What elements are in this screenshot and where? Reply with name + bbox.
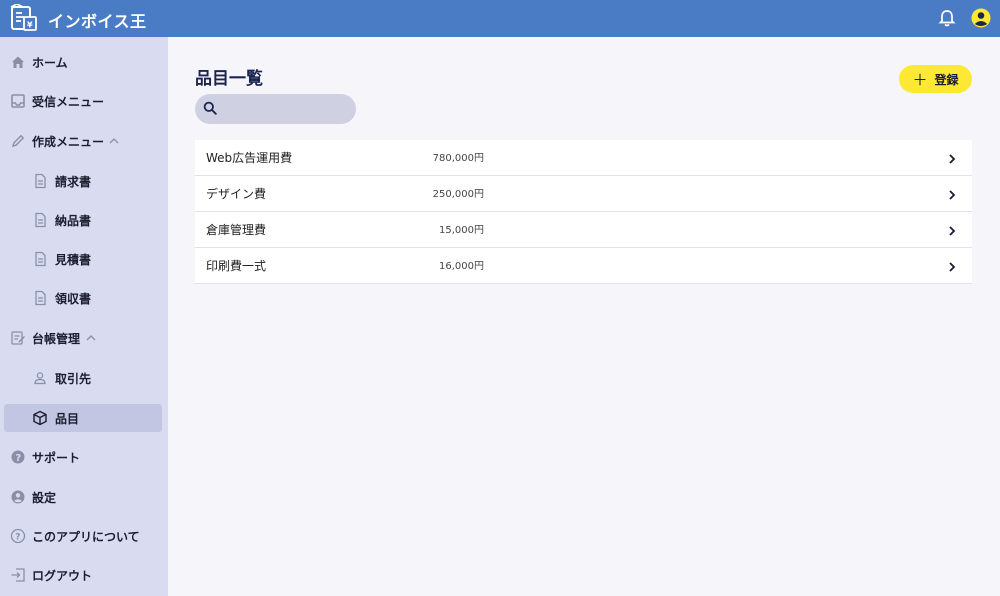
- logout-icon: [11, 568, 25, 582]
- sidebar-item-invoice[interactable]: 請求書: [4, 167, 162, 195]
- chevron-right-icon[interactable]: [947, 189, 957, 201]
- add-button-label: 登録: [934, 72, 959, 87]
- sidebar-item-label: サポート: [32, 450, 81, 465]
- chevron-up-icon[interactable]: [109, 136, 119, 146]
- sidebar-item-logout[interactable]: ログアウト: [4, 561, 162, 589]
- sidebar-item-inbox[interactable]: 受信メニュー: [4, 87, 162, 115]
- add-item-button[interactable]: ＋ 登録: [899, 65, 972, 93]
- document-icon: [35, 173, 46, 189]
- sidebar-item-label: 納品書: [55, 213, 92, 228]
- person-icon: [34, 372, 46, 385]
- sidebar-item-label: 台帳管理: [32, 331, 81, 346]
- logo-icon[interactable]: ¥: [9, 4, 39, 33]
- pencil-icon: [12, 134, 25, 147]
- item-name: 印刷費一式: [206, 259, 267, 273]
- sidebar-item-ledger[interactable]: 台帳管理: [4, 324, 162, 352]
- sidebar-item-label: このアプリについて: [32, 529, 140, 544]
- sidebar-item-label: 見積書: [55, 252, 92, 267]
- ledger-icon: [11, 331, 25, 345]
- item-list: Web広告運用費 780,000円 デザイン費 250,000円 倉庫管理費 1…: [195, 140, 972, 284]
- sidebar-item-support[interactable]: ? サポート: [4, 443, 162, 471]
- bell-icon[interactable]: [937, 8, 957, 28]
- sidebar-item-label: ホーム: [32, 55, 68, 70]
- search-icon: [203, 101, 217, 115]
- item-price: 15,000円: [439, 225, 484, 236]
- sidebar-item-estimate[interactable]: 見積書: [4, 245, 162, 273]
- sidebar-item-products[interactable]: 品目: [4, 404, 162, 432]
- home-icon: [12, 56, 24, 68]
- sidebar-item-about[interactable]: ? このアプリについて: [4, 522, 162, 550]
- user-avatar-icon[interactable]: [970, 7, 992, 29]
- sidebar-item-settings[interactable]: 設定: [4, 483, 162, 511]
- document-icon: [35, 290, 46, 306]
- plus-icon: ＋: [912, 70, 928, 89]
- account-icon: [11, 490, 25, 504]
- sidebar-item-label: 領収書: [55, 291, 92, 306]
- question-icon: ?: [10, 528, 26, 544]
- top-bar: ¥ インボイス王: [0, 0, 1000, 37]
- document-icon: [35, 251, 46, 267]
- list-item[interactable]: 印刷費一式 16,000円: [195, 248, 972, 284]
- list-item[interactable]: デザイン費 250,000円: [195, 176, 972, 212]
- sidebar-item-clients[interactable]: 取引先: [4, 364, 162, 392]
- sidebar-item-delivery-note[interactable]: 納品書: [4, 206, 162, 234]
- item-price: 780,000円: [432, 153, 484, 164]
- list-item[interactable]: 倉庫管理費 15,000円: [195, 212, 972, 248]
- page-title: 品目一覧: [195, 69, 263, 89]
- item-price: 16,000円: [439, 261, 484, 272]
- sidebar-item-label: 取引先: [55, 371, 92, 386]
- sidebar-item-create-menu[interactable]: 作成メニュー: [4, 127, 162, 155]
- chevron-up-icon[interactable]: [86, 333, 96, 343]
- sidebar: ホーム 受信メニュー 作成メニュー 請求書 納品書 見積書 領収書 台帳管理 取…: [0, 37, 168, 596]
- document-icon: [35, 212, 46, 228]
- chevron-right-icon[interactable]: [947, 261, 957, 273]
- item-name: Web広告運用費: [206, 151, 293, 165]
- search-input[interactable]: [222, 98, 348, 120]
- sidebar-item-receipt[interactable]: 領収書: [4, 284, 162, 312]
- chevron-right-icon[interactable]: [947, 225, 957, 237]
- sidebar-item-label: 品目: [55, 411, 80, 426]
- box-icon: [33, 410, 47, 426]
- svg-text:?: ?: [15, 533, 20, 543]
- sidebar-item-label: 設定: [32, 490, 57, 505]
- svg-text:?: ?: [15, 453, 21, 464]
- item-name: 倉庫管理費: [206, 223, 267, 237]
- item-name: デザイン費: [206, 187, 267, 201]
- item-price: 250,000円: [432, 189, 484, 200]
- sidebar-item-label: 受信メニュー: [32, 94, 105, 109]
- list-item[interactable]: Web広告運用費 780,000円: [195, 140, 972, 176]
- sidebar-item-label: ログアウト: [32, 568, 93, 583]
- help-icon: ?: [11, 450, 25, 464]
- svg-text:¥: ¥: [27, 21, 33, 30]
- sidebar-item-label: 作成メニュー: [32, 134, 105, 149]
- inbox-icon: [11, 94, 25, 108]
- app-title: インボイス王: [48, 12, 147, 31]
- sidebar-item-home[interactable]: ホーム: [4, 48, 162, 76]
- chevron-right-icon[interactable]: [947, 153, 957, 165]
- sidebar-item-label: 請求書: [55, 174, 92, 189]
